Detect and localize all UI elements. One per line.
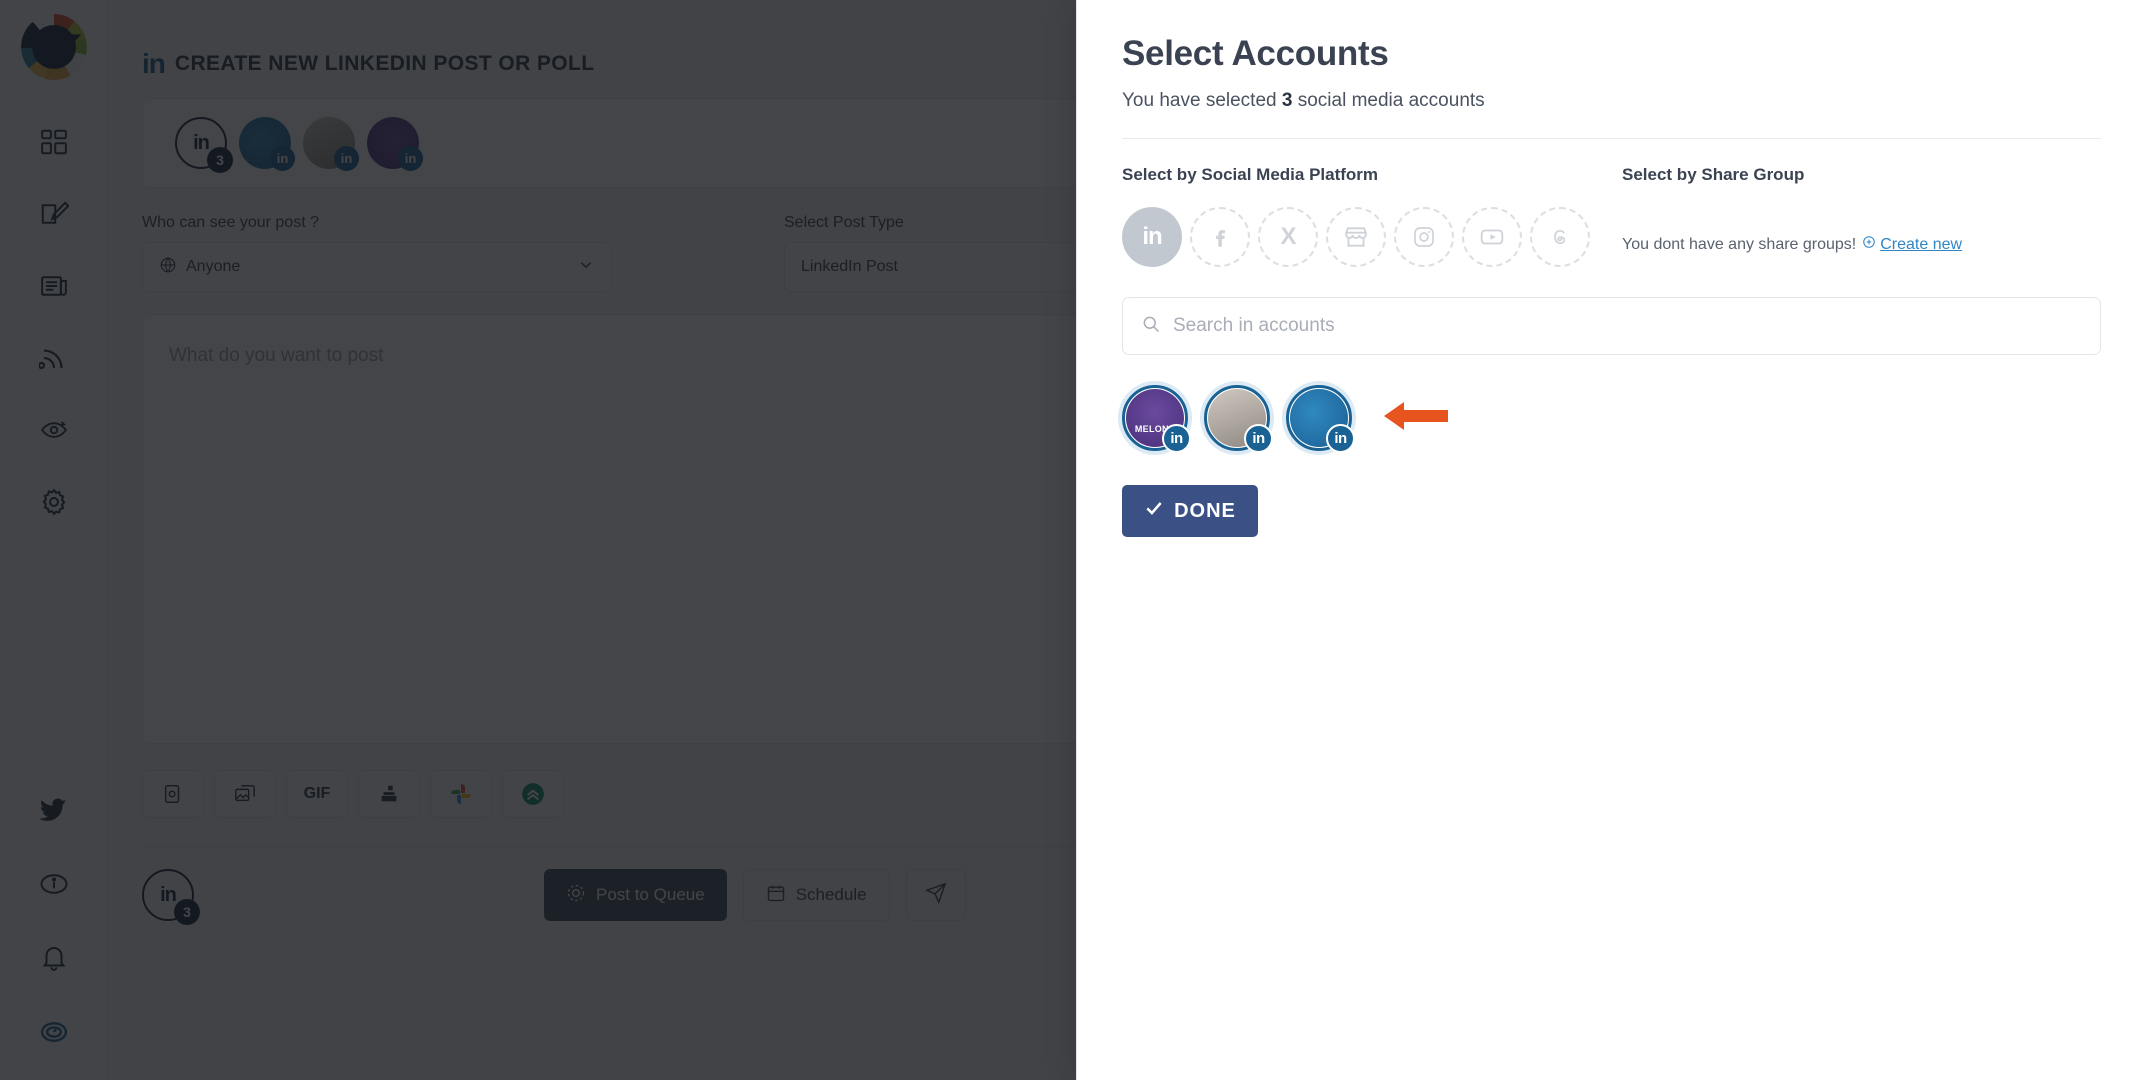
search-input[interactable] [1173,315,2082,337]
youtube-platform-icon[interactable] [1462,207,1522,267]
check-icon [1144,498,1164,524]
threads-platform-icon[interactable] [1530,207,1590,267]
platform-row: in X [1122,207,1622,267]
subtitle-suffix: social media accounts [1297,90,1485,111]
screen: in CREATE NEW LINKEDIN POST OR POLL in 3… [0,0,2147,1080]
create-share-group-link[interactable]: Create new [1862,235,1962,254]
subtitle-prefix: You have selected [1122,90,1277,111]
panel-edge [1076,0,1077,1080]
selected-count: 3 [1281,90,1293,111]
person-selected-avatar[interactable]: in [1204,385,1273,453]
panel-subtitle: You have selected 3 social media account… [1122,90,2147,112]
pointer-arrow [1382,396,1450,441]
share-group-column: Select by Share Group You dont have any … [1622,165,1962,267]
linkedin-platform-icon[interactable]: in [1122,207,1182,267]
x-twitter-platform-icon[interactable]: X [1258,207,1318,267]
linkedin-glyph: in [1142,223,1162,250]
selected-accounts-row: MELONE in in in [1122,385,2147,453]
google-business-platform-icon[interactable] [1326,207,1386,267]
share-group-heading: Select by Share Group [1622,165,1805,184]
linkedin-badge-icon: in [1326,424,1355,453]
divider [1122,138,2101,139]
empty-text: You dont have any share groups! [1622,235,1857,253]
linkedin-badge-icon: in [1244,424,1273,453]
facebook-platform-icon[interactable] [1190,207,1250,267]
done-button[interactable]: DONE [1122,485,1258,537]
share-group-empty-note: You dont have any share groups! Create n… [1622,235,1962,254]
platform-heading: Select by Social Media Platform [1122,165,1379,184]
platform-column: Select by Social Media Platform in X [1122,165,1622,267]
done-label: DONE [1174,499,1236,522]
select-accounts-panel: Select Accounts You have selected 3 soci… [1076,0,2147,1080]
linkedin-badge-icon: in [1162,424,1191,453]
search-box[interactable] [1122,297,2101,355]
instagram-platform-icon[interactable] [1394,207,1454,267]
panel-title: Select Accounts [1122,34,1389,73]
x-glyph: X [1280,223,1296,250]
search-section [1122,297,2101,355]
selection-columns: Select by Social Media Platform in X Sel… [1122,165,2147,267]
melone-selected-avatar[interactable]: MELONE in [1122,385,1191,453]
plus-circle-icon [1862,235,1876,254]
create-new-label: Create new [1880,235,1963,253]
search-icon [1141,314,1161,339]
call-selected-avatar[interactable]: in [1286,385,1355,453]
